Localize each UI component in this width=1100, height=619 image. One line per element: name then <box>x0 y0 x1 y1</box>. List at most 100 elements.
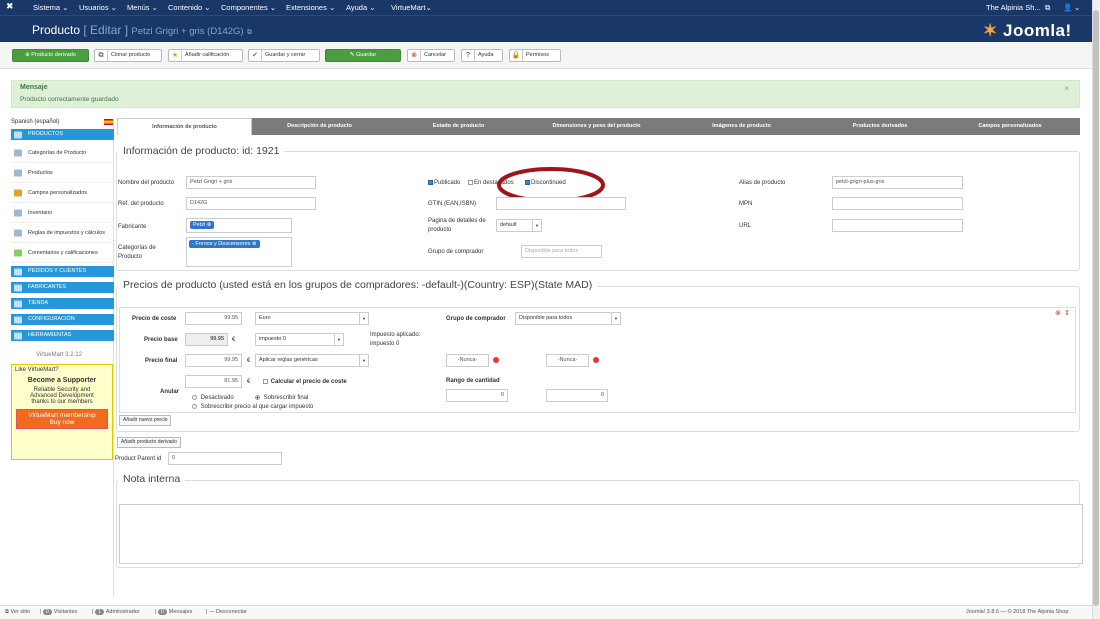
remove-icon <box>493 357 499 364</box>
logout-link[interactable]: | — Desconectar <box>206 609 247 615</box>
copyright: Joomla! 3.8.6 — © 2018 The Alpinia Shop <box>966 609 1069 615</box>
add-child-product-button[interactable]: Añadir producto derivado <box>117 437 181 448</box>
gtin-input[interactable] <box>496 197 626 210</box>
tax-select[interactable]: impuesto 0 ▼ <box>255 333 344 346</box>
tab-images[interactable]: Imágenes de producto <box>663 118 820 135</box>
menu-virtuemart[interactable]: VirtueMart⌄ <box>391 3 432 12</box>
start-date-input[interactable]: -Nunca- <box>446 354 489 367</box>
menu-usuarios[interactable]: Usuarios ⌄ <box>79 3 117 12</box>
user-menu-caret[interactable]: ⌄ <box>1074 3 1080 12</box>
calc-cost-checkbox[interactable]: Calcular el precio de coste <box>263 379 347 385</box>
title-product-name: Petzl Grigri + gris (D142G) <box>131 26 244 37</box>
category-value: - Frenos y Descensores <box>192 241 251 247</box>
qty-to-input[interactable]: 0 <box>546 389 608 402</box>
permissions-button[interactable]: 🔒 Permisos <box>509 49 561 62</box>
section-label: PRODUCTOS <box>28 131 64 137</box>
radio-override-final[interactable]: Sobrescribir final <box>255 395 308 401</box>
joomla-logo-icon[interactable]: ✖ <box>6 1 14 12</box>
internal-note-legend: Nota interna <box>118 473 186 485</box>
product-name-input[interactable]: Petzl Grigri + gris <box>186 176 316 189</box>
sidebar-item-comentarios[interactable]: Comentarios y calificaciones <box>11 243 114 263</box>
tab-children[interactable]: Productos derivados <box>820 118 940 135</box>
sidebar-item-productos[interactable]: Productos <box>11 163 114 183</box>
remove-icon[interactable]: ⊗ <box>252 241 257 247</box>
sidebar-section-pedidos[interactable]: PEDIDOS Y CLIENTES <box>11 266 114 277</box>
status-bar: ⧉ Ver sitio | 0 Visitantes | 1 Administrad… <box>0 605 1092 619</box>
add-price-button[interactable]: Añadir nuevo precio <box>119 415 172 426</box>
final-price-input[interactable]: 99.95 <box>185 354 242 367</box>
move-icon[interactable]: ⇕ <box>1064 309 1070 317</box>
clear-date-icon[interactable] <box>493 357 499 364</box>
check-icon: ✔ <box>249 50 262 61</box>
product-sku-input[interactable]: D142G <box>186 197 316 210</box>
save-close-button[interactable]: ✔ Guardar y cerrar <box>248 49 320 62</box>
delete-price-icon[interactable]: ⊗ <box>1055 309 1061 317</box>
override-price-input[interactable]: 81.95 <box>185 375 242 388</box>
visitors-status[interactable]: | 0 Visitantes <box>40 609 78 615</box>
alias-input[interactable]: petzl-grigri-plus-gris <box>832 176 963 189</box>
save-button[interactable]: ✎ Guardar <box>325 49 401 62</box>
remove-icon[interactable]: ⊗ <box>207 222 212 228</box>
sidebar-section-herramientas[interactable]: HERRAMIENTAS <box>11 330 114 341</box>
user-menu-icon[interactable]: 👤 <box>1063 3 1072 12</box>
sidebar-item-campos[interactable]: Campos personalizados <box>11 183 114 203</box>
site-link[interactable]: The Alpinia Sh... <box>986 3 1041 12</box>
clear-date-icon[interactable] <box>593 357 599 364</box>
price-group-select[interactable]: Disponible para todos ▼ <box>515 312 621 325</box>
add-rating-button[interactable]: ★ Añadir calificación <box>168 49 243 62</box>
external-link-icon: ⧉ <box>1045 3 1051 12</box>
sidebar-item-categorias[interactable]: Categorías de Producto <box>11 143 114 163</box>
cost-price-input[interactable]: 99.95 <box>185 312 242 325</box>
lock-icon: 🔒 <box>510 50 523 61</box>
parent-id-input[interactable]: 0 <box>168 452 282 465</box>
admin-status[interactable]: | 1 Administrador <box>92 609 140 615</box>
cancel-button[interactable]: ⊗ Cancelar <box>407 49 455 62</box>
detail-page-select[interactable]: default ▼ <box>496 219 542 232</box>
sidebar-section-tienda[interactable]: TIENDA <box>11 298 114 309</box>
help-button[interactable]: ? Ayuda <box>461 49 503 62</box>
language-label[interactable]: Spanish (español) <box>11 119 59 125</box>
clone-product-button[interactable]: ⧉ Clonar producto <box>94 49 162 62</box>
url-label: URL <box>739 223 752 229</box>
save-label: Guardar <box>355 52 377 58</box>
buy-now-label: Buy now <box>49 419 75 426</box>
sidebar-section-configuracion[interactable]: CONFIGURACIÓN <box>11 314 114 325</box>
menu-sistema[interactable]: Sistema ⌄ <box>33 3 68 12</box>
menu-contenido[interactable]: Contenido ⌄ <box>168 3 211 12</box>
child-product-button[interactable]: ⊕ Producto derivado <box>12 49 89 62</box>
chevron-down-icon: ▼ <box>359 355 368 366</box>
menu-ayuda[interactable]: Ayuda ⌄ <box>346 3 376 12</box>
rules-select[interactable]: Aplicar reglas genéricas ▼ <box>255 354 369 367</box>
internal-note-textarea[interactable] <box>119 504 1083 564</box>
scrollbar-thumb[interactable] <box>1093 10 1099 606</box>
menu-extensiones[interactable]: Extensiones ⌄ <box>286 3 335 12</box>
external-link-icon[interactable]: ⧉ <box>247 29 252 36</box>
radio-override-pretax[interactable]: Sobrescribir precio al que cargar impues… <box>192 404 313 410</box>
remove-icon <box>593 357 599 364</box>
messages-status[interactable]: | 0 Mensajes <box>155 609 192 615</box>
menu-componentes[interactable]: Componentes ⌄ <box>221 3 276 12</box>
tab-info[interactable]: Información de producto <box>117 118 252 135</box>
menu-menus[interactable]: Menús ⌄ <box>127 3 158 12</box>
close-icon[interactable]: × <box>1064 84 1069 93</box>
qty-from-input[interactable]: 0 <box>446 389 508 402</box>
copy-icon: ⧉ <box>95 50 108 61</box>
currency-select[interactable]: Euro ▼ <box>255 312 369 325</box>
tab-dimensions[interactable]: Dimensiones y peso del producto <box>530 118 663 135</box>
url-input[interactable] <box>832 219 963 232</box>
tab-status[interactable]: Estado de producto <box>387 118 530 135</box>
sidebar-section-productos[interactable]: PRODUCTOS <box>11 129 114 140</box>
sidebar-item-inventario[interactable]: Inventario <box>11 203 114 223</box>
end-date-input[interactable]: -Nunca- <box>546 354 589 367</box>
published-checkbox[interactable]: Publicado <box>428 180 460 186</box>
shopper-group-input[interactable]: Disponible para todos <box>521 245 602 258</box>
tab-custom-fields[interactable]: Campos personalizados <box>940 118 1080 135</box>
mpn-input[interactable] <box>832 197 963 210</box>
sidebar-item-impuestos[interactable]: Reglas de impuestos y cálculos <box>11 223 114 243</box>
membership-button[interactable]: VirtueMart membership Buy now <box>16 409 108 429</box>
radio-disabled[interactable]: Desactivado <box>192 395 234 401</box>
tab-description[interactable]: Descripción de producto <box>252 118 387 135</box>
sidebar-section-fabricantes[interactable]: FABRICANTES <box>11 282 114 293</box>
view-site-link[interactable]: ⧉ Ver sitio <box>5 609 30 616</box>
tax-applied-label: Impuesto aplicado: <box>370 332 421 338</box>
